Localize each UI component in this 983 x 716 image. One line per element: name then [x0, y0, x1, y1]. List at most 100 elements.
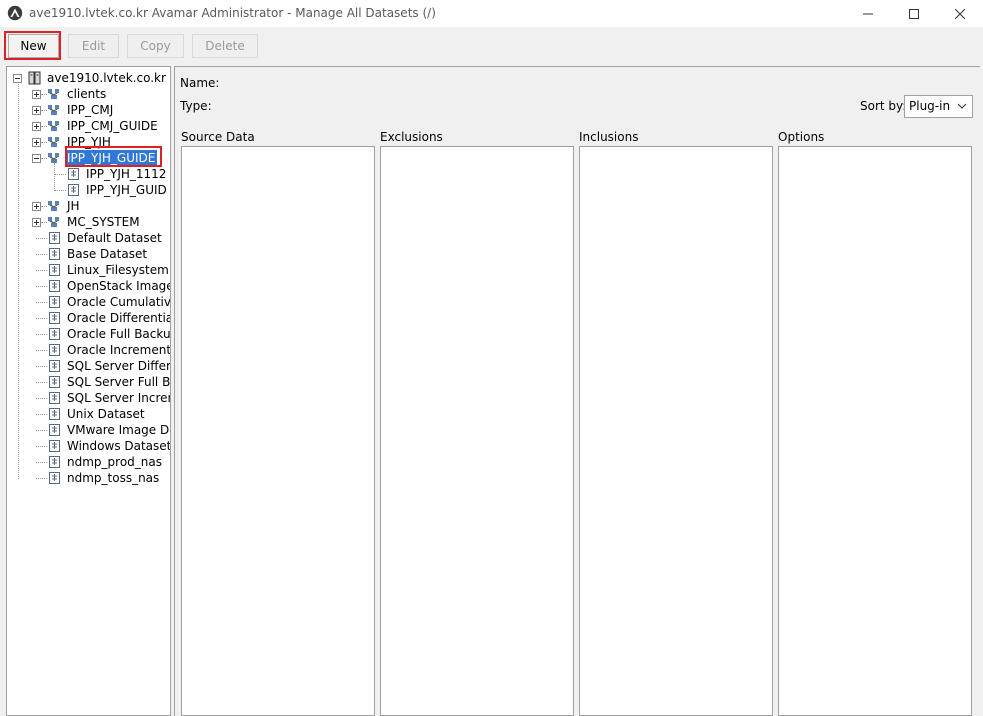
expand-icon[interactable] — [32, 106, 41, 115]
group-icon — [48, 201, 59, 211]
sort-by-label: Sort by: — [860, 99, 907, 113]
tree-item-label: Default Dataset — [67, 231, 162, 245]
exclusions-list[interactable] — [380, 146, 574, 716]
tree-item[interactable]: IPP_CMJ_GUIDE — [7, 118, 170, 134]
inclusions-list[interactable] — [579, 146, 773, 716]
title-bar: ave1910.lvtek.co.kr Avamar Administrator… — [0, 0, 983, 27]
tree-item[interactable]: Default Dataset — [7, 230, 170, 246]
column-header-source-data: Source Data — [181, 130, 255, 144]
tree-item-label: Unix Dataset — [67, 407, 145, 421]
tree-item[interactable]: SQL Server Differe — [7, 358, 170, 374]
tree-item[interactable]: IPP_YJH_GUID — [7, 182, 170, 198]
options-list[interactable] — [778, 146, 972, 716]
tree-item[interactable]: Oracle Differential — [7, 310, 170, 326]
tree-item-label: IPP_YJH_1112 — [86, 167, 167, 181]
tree-item[interactable]: OpenStack Image — [7, 278, 170, 294]
expand-icon[interactable] — [32, 202, 41, 211]
tree-item-label: JH — [67, 199, 80, 213]
tree-item-label: IPP_CMJ_GUIDE — [67, 119, 158, 133]
minimize-button[interactable] — [845, 0, 891, 27]
group-icon — [48, 153, 59, 163]
tree-item[interactable]: clients — [7, 86, 170, 102]
group-icon — [48, 121, 59, 131]
tree-item-label: IPP_CMJ — [67, 103, 114, 117]
name-label: Name: — [180, 76, 220, 90]
tree-item[interactable]: JH — [7, 198, 170, 214]
group-icon — [48, 89, 59, 99]
dataset-icon — [68, 184, 79, 196]
tree-root[interactable]: ave1910.lvtek.co.kr — [7, 70, 170, 86]
column-header-exclusions: Exclusions — [380, 130, 443, 144]
tree-item-label: IPP_YJH_GUID — [86, 183, 167, 197]
dataset-icon — [49, 344, 60, 356]
group-icon — [48, 137, 59, 147]
sort-by-select[interactable]: Plug-in — [904, 95, 973, 118]
edit-button[interactable]: Edit — [68, 34, 119, 58]
window-title: ave1910.lvtek.co.kr Avamar Administrator… — [29, 6, 436, 20]
copy-button[interactable]: Copy — [127, 34, 184, 58]
tree-item-label: ndmp_toss_nas — [67, 471, 160, 485]
tree-item-label: Base Dataset — [67, 247, 148, 261]
dataset-icon — [49, 360, 60, 372]
tree-item-label: MC_SYSTEM — [67, 215, 140, 229]
delete-button[interactable]: Delete — [192, 34, 258, 58]
tree-item-label: clients — [67, 87, 107, 101]
collapse-icon[interactable] — [13, 74, 22, 83]
tree-item[interactable]: SQL Server Full Ba — [7, 374, 171, 390]
column-header-options: Options — [778, 130, 825, 144]
dataset-icon — [49, 424, 60, 436]
tree-item-label: IPP_YJH_GUIDE — [65, 150, 158, 166]
toolbar: New Edit Copy Delete — [0, 27, 983, 63]
group-icon — [48, 105, 59, 115]
column-header-inclusions: Inclusions — [579, 130, 639, 144]
tree-item-label: SQL Server Full Ba — [67, 375, 171, 389]
collapse-icon[interactable] — [32, 154, 41, 163]
maximize-button[interactable] — [891, 0, 937, 27]
tree-item[interactable]: IPP_YJH — [7, 134, 170, 150]
new-button[interactable]: New — [8, 34, 59, 58]
tree-item-label: Oracle Cumulative — [67, 295, 171, 309]
tree-item[interactable]: MC_SYSTEM — [7, 214, 170, 230]
tree-item[interactable]: ndmp_prod_nas — [7, 454, 170, 470]
tree-item-label: Windows Dataset — [67, 439, 171, 453]
type-label: Type: — [180, 99, 212, 113]
tree-item-selected[interactable]: IPP_YJH_GUIDE — [7, 150, 170, 166]
tree-item-label: ndmp_prod_nas — [67, 455, 162, 469]
tree-item-label: VMware Image Dat — [67, 423, 171, 437]
tree-item[interactable]: SQL Server Increm — [7, 390, 171, 406]
dataset-icon — [49, 328, 60, 340]
tree-item[interactable]: IPP_CMJ — [7, 102, 170, 118]
tree-item[interactable]: VMware Image Dat — [7, 422, 171, 438]
tree-item[interactable]: IPP_YJH_1112 — [7, 166, 170, 182]
dataset-icon — [49, 392, 60, 404]
expand-icon[interactable] — [32, 122, 41, 131]
tree-item[interactable]: ndmp_toss_nas — [7, 470, 170, 486]
tree-item[interactable]: Oracle Full Backup — [7, 326, 170, 342]
tree-item[interactable]: Windows Dataset — [7, 438, 171, 454]
maximize-icon — [909, 8, 919, 19]
expand-icon[interactable] — [32, 138, 41, 147]
dataset-icon — [68, 168, 79, 180]
dataset-icon — [49, 456, 60, 468]
tree-item-label: SQL Server Increm — [67, 391, 171, 405]
minimize-icon — [863, 13, 873, 14]
source-data-list[interactable] — [181, 146, 375, 716]
dataset-icon — [49, 296, 60, 308]
tree-item-label: Oracle Incremental — [67, 343, 171, 357]
tree-item[interactable]: Base Dataset — [7, 246, 170, 262]
tree-item[interactable]: Linux_Filesystem — [7, 262, 170, 278]
expand-icon[interactable] — [32, 90, 41, 99]
expand-icon[interactable] — [32, 218, 41, 227]
close-icon — [955, 8, 965, 19]
tree-item-label: Linux_Filesystem — [67, 263, 169, 277]
tree-item[interactable]: Oracle Incremental — [7, 342, 171, 358]
tree-root-label: ave1910.lvtek.co.kr — [47, 71, 166, 85]
dataset-icon — [49, 232, 60, 244]
tree-item[interactable]: Unix Dataset — [7, 406, 170, 422]
close-button[interactable] — [937, 0, 983, 27]
dataset-tree[interactable]: ave1910.lvtek.co.kr clients IPP_CMJ IPP_… — [6, 66, 171, 716]
chevron-down-icon — [957, 103, 967, 109]
dataset-icon — [49, 472, 60, 484]
tree-item[interactable]: Oracle Cumulative — [7, 294, 171, 310]
dataset-icon — [49, 376, 60, 388]
